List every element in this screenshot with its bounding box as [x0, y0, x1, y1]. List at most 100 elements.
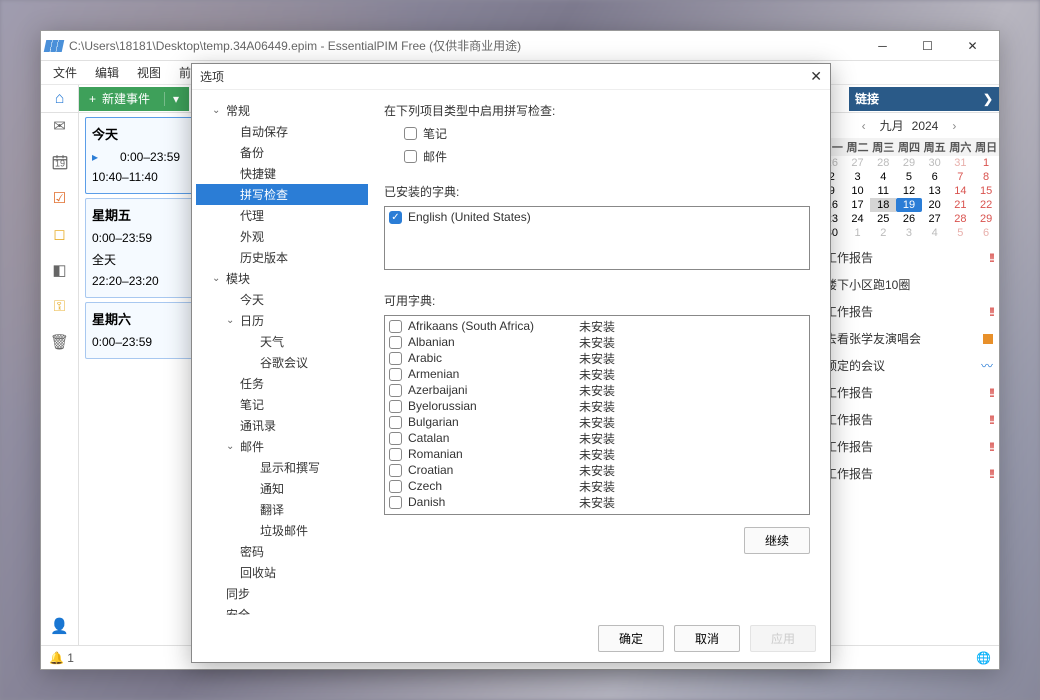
calendar-day[interactable]: 2 — [870, 226, 896, 240]
trash-icon[interactable]: 🗑 — [49, 331, 71, 353]
new-event-button[interactable]: + 新建事件 ▾ — [79, 87, 189, 111]
mail-icon[interactable]: ✉ — [49, 115, 71, 137]
password-icon[interactable]: ⚿ — [49, 295, 71, 317]
calendar-day[interactable]: 3 — [845, 170, 871, 184]
tree-node[interactable]: 备份 — [196, 142, 368, 163]
tree-node[interactable]: ⌄邮件 — [196, 436, 368, 457]
calendar-day[interactable]: 11 — [870, 184, 896, 198]
dialog-close-button[interactable]: ✕ — [810, 68, 822, 85]
calendar-day[interactable]: 13 — [922, 184, 948, 198]
minimize-button[interactable]: ─ — [860, 31, 905, 61]
available-dict-item[interactable]: Croatian未安装 — [389, 462, 805, 478]
calendar-day[interactable]: 29 — [896, 156, 922, 170]
event-item[interactable]: 工作报告!! — [821, 379, 997, 406]
event-item[interactable]: 工作报告!! — [821, 244, 997, 271]
tree-node[interactable]: 安全 — [196, 604, 368, 615]
event-item[interactable]: 工作报告!! — [821, 433, 997, 460]
calendar-day[interactable]: 17 — [845, 198, 871, 212]
calendar-day[interactable]: 15 — [973, 184, 999, 198]
notification-button[interactable]: 🔔 1 — [49, 651, 74, 665]
calendar-day[interactable]: 8 — [973, 170, 999, 184]
calendar-day[interactable]: 24 — [845, 212, 871, 226]
menu-view[interactable]: 视图 — [129, 62, 169, 83]
dict-checkbox[interactable] — [389, 464, 402, 477]
tree-node[interactable]: 回收站 — [196, 562, 368, 583]
next-month-button[interactable]: › — [946, 119, 962, 133]
dict-checkbox[interactable] — [389, 352, 402, 365]
available-dict-item[interactable]: Czech未安装 — [389, 478, 805, 494]
tree-node[interactable]: ⌄模块 — [196, 268, 368, 289]
calendar-day[interactable]: 1 — [973, 156, 999, 170]
cancel-button[interactable]: 取消 — [674, 625, 740, 652]
calendar-day[interactable]: 7 — [948, 170, 974, 184]
tree-node[interactable]: 垃圾邮件 — [196, 520, 368, 541]
dict-checkbox[interactable] — [389, 400, 402, 413]
tree-node[interactable]: 天气 — [196, 331, 368, 352]
calendar-day[interactable]: 4 — [870, 170, 896, 184]
tree-node[interactable]: 通讯录 — [196, 415, 368, 436]
installed-dict-list[interactable]: ✓English (United States) — [384, 206, 810, 270]
tree-node[interactable]: 今天 — [196, 289, 368, 310]
calendar-day[interactable]: 22 — [973, 198, 999, 212]
dict-checkbox[interactable] — [389, 480, 402, 493]
dict-checkbox[interactable]: ✓ — [389, 211, 402, 224]
event-item[interactable]: 工作报告!! — [821, 298, 997, 325]
notes-icon[interactable]: ◻ — [49, 223, 71, 245]
calendar-day[interactable]: 18 — [870, 198, 896, 212]
calendar-day[interactable]: 28 — [948, 212, 974, 226]
tree-node[interactable]: 历史版本 — [196, 247, 368, 268]
event-item[interactable]: 工作报告!! — [821, 460, 997, 487]
enable-mail-checkbox[interactable]: 邮件 — [384, 148, 810, 165]
available-dict-item[interactable]: Romanian未安装 — [389, 446, 805, 462]
available-dict-item[interactable]: Arabic未安装 — [389, 350, 805, 366]
todo-icon[interactable]: ☑ — [49, 187, 71, 209]
calendar-day[interactable]: 30 — [922, 156, 948, 170]
available-dict-list[interactable]: Afrikaans (South Africa)未安装Albanian未安装Ar… — [384, 315, 810, 515]
tree-node[interactable]: 笔记 — [196, 394, 368, 415]
calendar-day[interactable]: 3 — [896, 226, 922, 240]
event-item[interactable]: 楼下小区跑10圈 — [821, 271, 997, 298]
tree-node[interactable]: 拼写检查 — [196, 184, 368, 205]
dict-checkbox[interactable] — [389, 384, 402, 397]
tree-node[interactable]: 任务 — [196, 373, 368, 394]
tree-node[interactable]: 快捷键 — [196, 163, 368, 184]
calendar-day[interactable]: 4 — [922, 226, 948, 240]
calendar-day[interactable]: 6 — [973, 226, 999, 240]
available-dict-item[interactable]: Armenian未安装 — [389, 366, 805, 382]
dropdown-icon[interactable]: ▾ — [164, 92, 179, 106]
dict-checkbox[interactable] — [389, 496, 402, 509]
available-dict-item[interactable]: Byelorussian未安装 — [389, 398, 805, 414]
options-tree[interactable]: ⌄常规自动保存备份快捷键拼写检查代理外观历史版本⌄模块今天⌄日历天气谷歌会议任务… — [192, 90, 372, 615]
apply-button[interactable]: 应用 — [750, 625, 816, 652]
available-dict-item[interactable]: Catalan未安装 — [389, 430, 805, 446]
tree-node[interactable]: 显示和撰写 — [196, 457, 368, 478]
calendar-day[interactable]: 6 — [922, 170, 948, 184]
dict-checkbox[interactable] — [389, 416, 402, 429]
tree-node[interactable]: 同步 — [196, 583, 368, 604]
available-dict-item[interactable]: Bulgarian未安装 — [389, 414, 805, 430]
link-bar[interactable]: 链接 ❯ — [849, 87, 999, 111]
calendar-day[interactable]: 14 — [948, 184, 974, 198]
installed-dict-item[interactable]: ✓English (United States) — [389, 209, 805, 225]
close-button[interactable]: ✕ — [950, 31, 995, 61]
calendar-day[interactable]: 27 — [922, 212, 948, 226]
calendar-day[interactable]: 26 — [896, 212, 922, 226]
dict-checkbox[interactable] — [389, 336, 402, 349]
tree-node[interactable]: 自动保存 — [196, 121, 368, 142]
tree-node[interactable]: 外观 — [196, 226, 368, 247]
tree-node[interactable]: ⌄常规 — [196, 100, 368, 121]
available-dict-item[interactable]: Albanian未安装 — [389, 334, 805, 350]
calendar-day[interactable]: 27 — [845, 156, 871, 170]
dict-checkbox[interactable] — [389, 368, 402, 381]
ok-button[interactable]: 确定 — [598, 625, 664, 652]
calendar-day[interactable]: 12 — [896, 184, 922, 198]
tree-node[interactable]: 代理 — [196, 205, 368, 226]
contacts-icon[interactable]: ◧ — [49, 259, 71, 281]
calendar-day[interactable]: 21 — [948, 198, 974, 212]
tree-node[interactable]: 通知 — [196, 478, 368, 499]
user-icon[interactable]: 👤 — [49, 615, 71, 637]
calendar-day[interactable]: 19 — [896, 198, 922, 212]
event-item[interactable]: 工作报告!! — [821, 406, 997, 433]
menu-edit[interactable]: 编辑 — [87, 62, 127, 83]
home-icon[interactable]: ⌂ — [55, 90, 65, 108]
